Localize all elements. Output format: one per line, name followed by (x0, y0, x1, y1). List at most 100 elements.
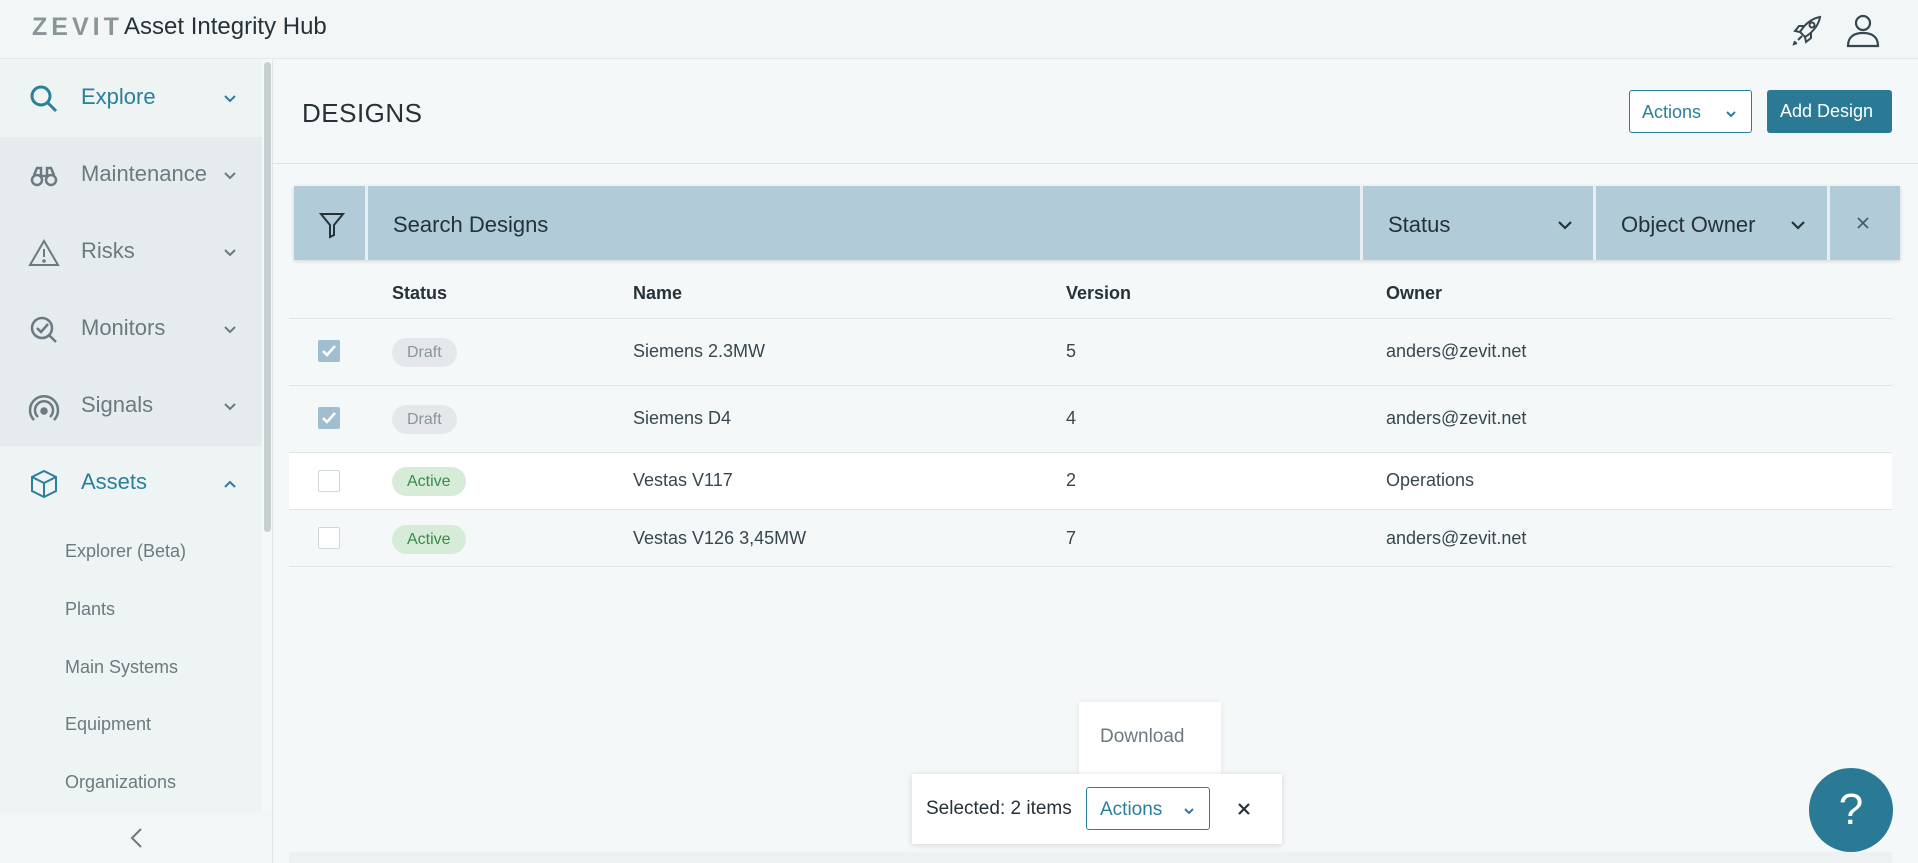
rocket-icon[interactable] (1788, 10, 1828, 50)
design-owner: anders@zevit.net (1386, 408, 1527, 428)
sidebar-item-risks[interactable]: Risks (0, 214, 262, 291)
sidebar: Explore Maintenance Risks Monitors Signa… (0, 60, 262, 812)
menu-item-download[interactable]: Download (1100, 726, 1185, 748)
add-design-button[interactable]: Add Design (1767, 90, 1892, 133)
brand-logo[interactable]: ZEVIT (32, 13, 123, 42)
sidebar-item-monitors[interactable]: Monitors (0, 291, 262, 368)
owner-filter-select[interactable]: Object Owner (1596, 189, 1827, 257)
sidebar-item-label: Maintenance (81, 161, 207, 186)
actions-dropdown-menu: Download (1079, 702, 1221, 774)
table-row[interactable]: Draft Siemens 2.3MW 5 anders@zevit.net (289, 318, 1892, 385)
selection-count: Selected: 2 items (926, 798, 1072, 819)
chevron-down-icon (1789, 216, 1807, 239)
design-version: 4 (1066, 408, 1077, 428)
filter-bar: Search Designs Status Object Owner (294, 186, 1900, 260)
sidebar-subitem-equipment[interactable]: Equipment (65, 714, 151, 735)
signal-icon (28, 391, 60, 423)
clear-selection-icon[interactable] (1236, 801, 1252, 822)
sidebar-footer (0, 812, 272, 863)
design-name[interactable]: Vestas V126 3,45MW (633, 528, 806, 549)
sidebar-item-label: Monitors (81, 315, 166, 340)
user-icon[interactable] (1843, 10, 1883, 50)
monitor-check-icon (28, 314, 60, 346)
page-header: DESIGNS Actions Add Design (273, 60, 1918, 164)
selection-action-bar: Selected: 2 items Actions (912, 774, 1282, 844)
chevron-down-icon (222, 168, 238, 184)
clear-filters-button[interactable] (1830, 189, 1897, 257)
table-footer (289, 852, 1892, 863)
chevron-down-icon (222, 245, 238, 261)
table-row[interactable]: Active Vestas V126 3,45MW 7 anders@zevit… (289, 509, 1892, 567)
chevron-down-icon (1556, 216, 1574, 239)
status-badge: Draft (392, 338, 457, 367)
row-checkbox[interactable] (318, 340, 340, 362)
column-header-name[interactable]: Name (633, 283, 682, 304)
table-row[interactable]: Active Vestas V117 2 Operations (289, 452, 1892, 509)
design-name[interactable]: Vestas V117 (633, 470, 733, 491)
status-filter-label: Status (1388, 212, 1451, 237)
design-owner: Operations (1386, 470, 1475, 490)
sidebar-item-explore[interactable]: Explore (0, 60, 262, 137)
sidebar-subitem-plants[interactable]: Plants (65, 599, 115, 620)
status-badge: Active (392, 467, 466, 496)
collapse-sidebar-icon[interactable] (126, 826, 148, 855)
filter-toggle[interactable] (297, 189, 365, 257)
check-icon (322, 345, 336, 357)
design-version: 2 (1066, 470, 1077, 490)
sidebar-item-signals[interactable]: Signals (0, 368, 262, 445)
search-placeholder: Search Designs (393, 212, 549, 237)
sidebar-scrollbar[interactable] (262, 60, 272, 532)
chevron-down-icon (222, 91, 238, 107)
sidebar-subitem-explorer-beta[interactable]: Explorer (Beta) (65, 541, 186, 562)
top-bar: ZEVIT Asset Integrity Hub (0, 0, 1918, 59)
chevron-down-icon (1724, 105, 1738, 126)
design-name[interactable]: Siemens 2.3MW (633, 341, 765, 362)
close-icon (1856, 216, 1870, 235)
sidebar-item-label: Assets (81, 469, 148, 494)
actions-dropdown-button[interactable]: Actions (1629, 90, 1752, 133)
row-checkbox[interactable] (318, 470, 340, 492)
row-checkbox[interactable] (318, 407, 340, 429)
selection-actions-button[interactable]: Actions (1086, 787, 1210, 830)
chevron-down-icon (1182, 802, 1196, 823)
design-owner: anders@zevit.net (1386, 341, 1527, 361)
search-icon (28, 83, 60, 115)
page-title: DESIGNS (302, 98, 423, 128)
check-icon (322, 412, 336, 424)
sidebar-subitem-organizations[interactable]: Organizations (65, 772, 176, 793)
app-title: Asset Integrity Hub (124, 13, 327, 40)
table-row[interactable]: Draft Siemens D4 4 anders@zevit.net (289, 385, 1892, 452)
chevron-down-icon (222, 399, 238, 415)
design-version: 5 (1066, 341, 1077, 361)
sidebar-item-assets[interactable]: Assets (0, 445, 262, 522)
status-badge: Active (392, 525, 466, 554)
search-input[interactable]: Search Designs (368, 189, 1432, 257)
column-header-status[interactable]: Status (392, 283, 447, 304)
scrollbar-thumb[interactable] (264, 62, 271, 532)
warning-icon (28, 237, 60, 269)
status-badge: Draft (392, 405, 457, 434)
sidebar-subitem-main-systems[interactable]: Main Systems (65, 657, 178, 678)
sidebar-divider (272, 60, 273, 863)
cube-icon (28, 468, 60, 500)
chevron-up-icon (222, 476, 238, 492)
add-design-label: Add Design (1780, 101, 1874, 121)
binoculars-icon (28, 160, 60, 192)
selection-actions-label: Actions (1100, 799, 1163, 820)
help-button[interactable]: ? (1809, 768, 1893, 852)
status-filter-select[interactable]: Status (1363, 189, 1593, 257)
design-owner: anders@zevit.net (1386, 528, 1527, 548)
chevron-down-icon (222, 322, 238, 338)
sidebar-item-label: Signals (81, 392, 154, 417)
design-version: 7 (1066, 528, 1077, 548)
owner-filter-label: Object Owner (1621, 212, 1756, 237)
design-name[interactable]: Siemens D4 (633, 408, 731, 429)
column-header-version[interactable]: Version (1066, 283, 1131, 304)
column-header-owner[interactable]: Owner (1386, 283, 1442, 304)
actions-label: Actions (1642, 102, 1702, 122)
sidebar-item-label: Risks (81, 238, 135, 263)
filter-icon (318, 211, 346, 244)
sidebar-item-label: Explore (81, 84, 156, 109)
row-checkbox[interactable] (318, 527, 340, 549)
sidebar-item-maintenance[interactable]: Maintenance (0, 137, 262, 214)
